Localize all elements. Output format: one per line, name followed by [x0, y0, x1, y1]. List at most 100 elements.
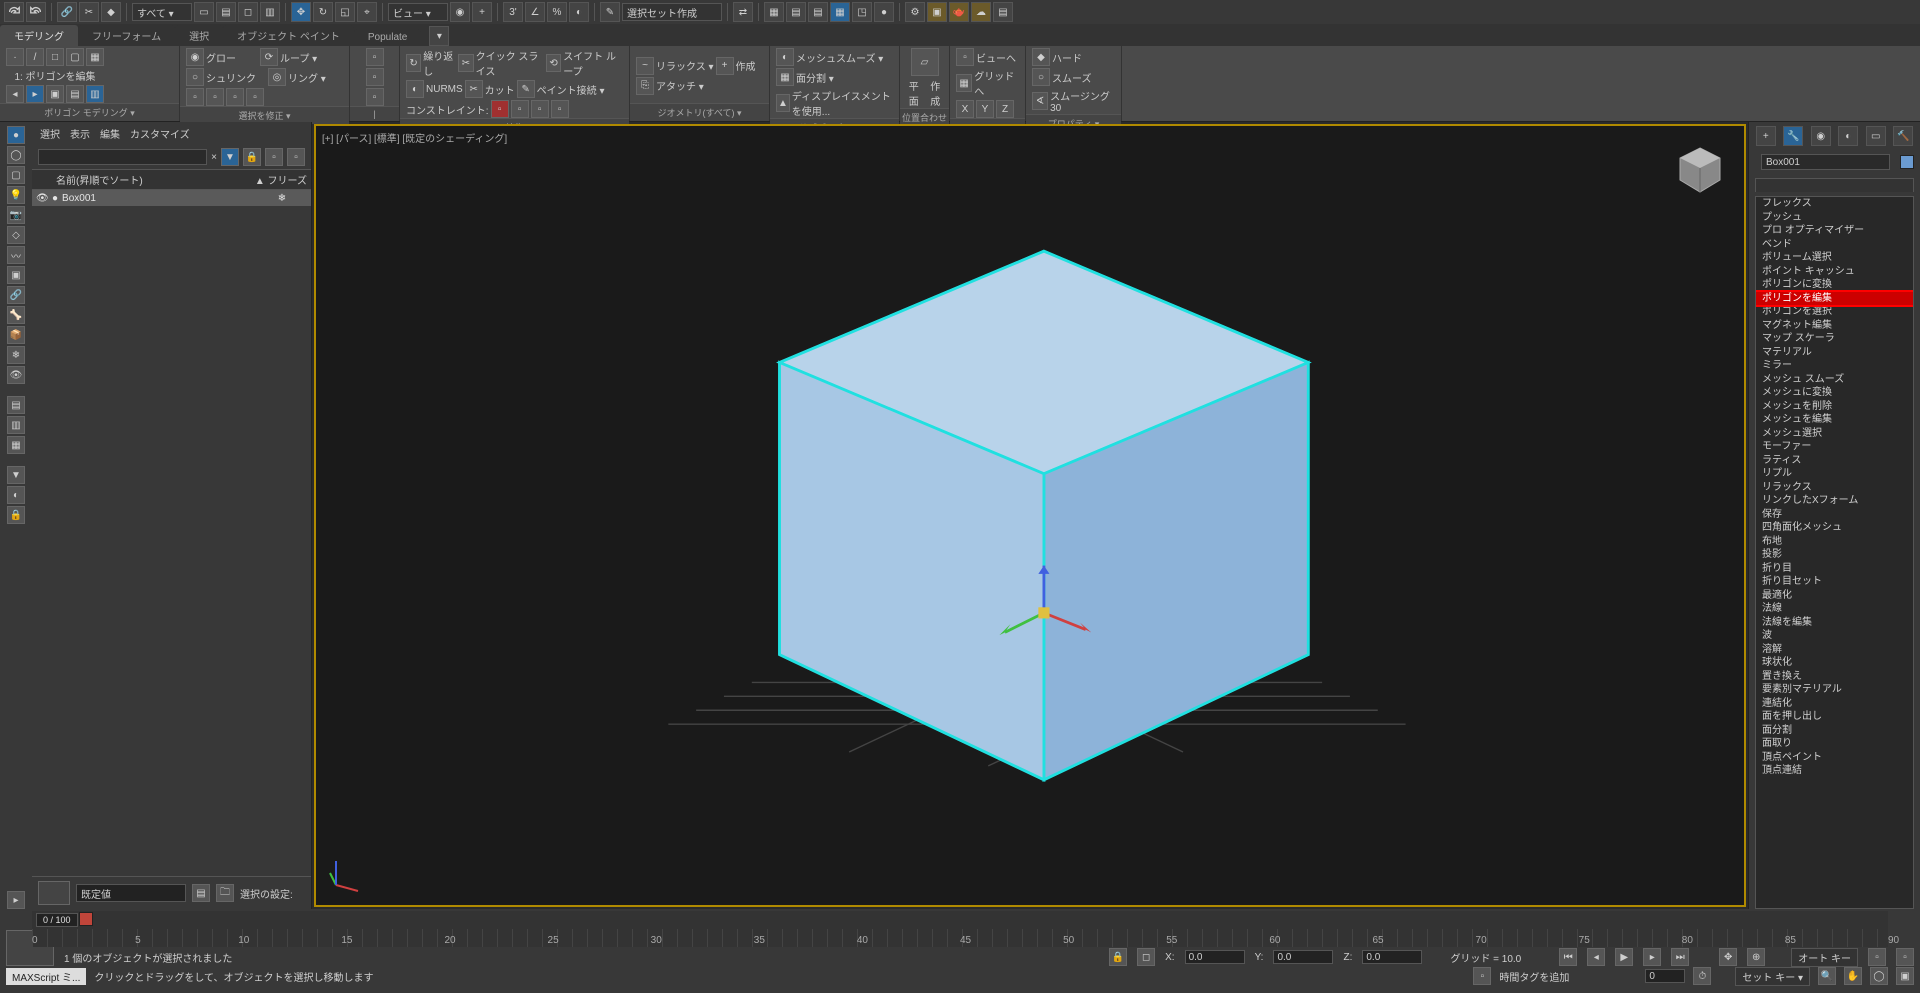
selection-filter-combo[interactable]: すべて ▾ [132, 3, 192, 21]
modifier-item[interactable]: 溶解 [1756, 643, 1913, 657]
hard-label[interactable]: ハード [1052, 50, 1082, 65]
grid-align-icon[interactable]: ▦ [956, 74, 972, 92]
keymode-1-icon[interactable]: ▫ [1868, 948, 1886, 966]
scene-list-row[interactable]: 👁 ● Box001 ❄ [32, 190, 311, 206]
render-online-icon[interactable]: ☁ [971, 2, 991, 22]
viewport[interactable]: [+] [パース] [標準] [既定のシェーディング] [314, 124, 1746, 907]
edit-b-icon[interactable]: ▫ [366, 68, 384, 86]
redo-button[interactable] [26, 2, 46, 22]
swiftloop-label[interactable]: スイフト ループ [563, 48, 623, 78]
relax-label[interactable]: リラックス ▾ [656, 58, 714, 73]
collapse-all-icon[interactable]: ▥ [7, 416, 25, 434]
modifier-item[interactable]: 面取り [1756, 737, 1913, 751]
keyframe-marker[interactable] [79, 912, 93, 926]
maxscript-label[interactable]: MAXScript ミ... [6, 968, 86, 985]
snap-toggle-icon[interactable]: 3' [503, 2, 523, 22]
filter-bone-icon[interactable]: 🦴 [7, 306, 25, 324]
modifier-item[interactable]: 置き換え [1756, 670, 1913, 684]
displace-label[interactable]: ディスプレイスメントを使用... [792, 88, 893, 118]
search-b-icon[interactable]: ▫ [287, 148, 305, 166]
search-clear-icon[interactable]: × [211, 152, 217, 163]
modifier-item[interactable]: ベンド [1756, 238, 1913, 252]
smooth-label[interactable]: スムーズ [1052, 70, 1092, 85]
modifier-item[interactable]: 四角面化メッシュ [1756, 521, 1913, 535]
lock-selection-icon[interactable]: 🔒 [1109, 948, 1127, 966]
smoothing30-label[interactable]: スムージング 30 [1050, 88, 1115, 114]
nurms-icon[interactable]: ◐ [406, 80, 424, 98]
shrink-label[interactable]: シュリンク [206, 70, 256, 85]
modifier-item[interactable]: 折り目 [1756, 562, 1913, 576]
filter-space-icon[interactable]: 〰 [7, 246, 25, 264]
border-subobj-icon[interactable]: □ [46, 48, 64, 66]
object-name-cell[interactable]: Box001 [58, 193, 257, 204]
filter-group-icon[interactable]: ▣ [7, 266, 25, 284]
poly-subobj-icon[interactable]: ▢ [66, 48, 84, 66]
schematic-view-icon[interactable]: ◳ [852, 2, 872, 22]
ring-icon[interactable]: ◎ [268, 68, 286, 86]
viewcube[interactable] [1672, 142, 1728, 198]
stack2-icon[interactable]: ▤ [66, 85, 84, 103]
ribbon-panel5-title[interactable]: ジオメトリ(すべて) ▾ [630, 103, 769, 121]
modifier-item[interactable]: ポリゴンを選択 [1756, 305, 1913, 319]
paintconnect-label[interactable]: ペイント接続 ▾ [537, 82, 605, 97]
toggle-children-icon[interactable]: ▦ [7, 436, 25, 454]
named-selection-combo[interactable]: 選択セット作成 [622, 3, 722, 21]
next-mod-icon[interactable]: ▸ [26, 85, 44, 103]
modifier-item[interactable]: メッシュ スムーズ [1756, 373, 1913, 387]
hierarchy-tab-icon[interactable]: ◉ [1811, 126, 1831, 146]
smooth-icon[interactable]: ○ [1032, 68, 1050, 86]
modifier-combo[interactable] [1755, 178, 1914, 192]
isolate-icon[interactable]: ◻ [1137, 948, 1155, 966]
ribbon-tab-freeform[interactable]: フリーフォーム [78, 25, 175, 46]
ribbon-panel1-title[interactable]: ポリゴン モデリング ▾ [0, 103, 179, 121]
timetag-label[interactable]: 時間タグを追加 [1499, 969, 1569, 984]
ribbon-tab-populate[interactable]: Populate [354, 29, 421, 46]
constraint-edge-icon[interactable]: ▫ [511, 100, 529, 118]
rotate-tool-icon[interactable]: ↻ [313, 2, 333, 22]
constraint-normal-icon[interactable]: ▫ [551, 100, 569, 118]
object-color-swatch[interactable] [1900, 155, 1914, 169]
align-y-icon[interactable]: Y [976, 100, 994, 118]
quickslice-icon[interactable]: ✂ [458, 54, 473, 72]
modifier-item[interactable]: 保存 [1756, 508, 1913, 522]
meshsmooth-icon[interactable]: ◐ [776, 48, 794, 66]
makeplanar-icon[interactable]: ▱ [911, 48, 939, 76]
curve-editor-icon[interactable]: ▦ [830, 2, 850, 22]
ring-label[interactable]: リング ▾ [288, 70, 326, 85]
select-manip-icon[interactable]: + [472, 2, 492, 22]
viewnav-1-icon[interactable]: ✥ [1719, 948, 1737, 966]
relax-icon[interactable]: ~ [636, 57, 654, 75]
edit-c-icon[interactable]: ▫ [366, 88, 384, 106]
time-config-icon[interactable]: ⏱ [1693, 967, 1711, 985]
align-x-icon[interactable]: X [956, 100, 974, 118]
layer-add-icon[interactable]: 🗀 [216, 884, 234, 902]
render-icon[interactable]: 🫖 [949, 2, 969, 22]
shrink-icon[interactable]: ○ [186, 68, 204, 86]
create-tab-icon[interactable]: + [1756, 126, 1776, 146]
modifier-item[interactable]: 法線を編集 [1756, 616, 1913, 630]
modifier-item[interactable]: ポリゴンに変換 [1756, 278, 1913, 292]
nurms-label[interactable]: NURMS [426, 84, 463, 95]
material-editor-icon[interactable]: ● [874, 2, 894, 22]
search-filter-icon[interactable]: ▼ [221, 148, 239, 166]
smoothing30-icon[interactable]: ∢ [1032, 92, 1048, 110]
invert-sel-icon[interactable]: ◐ [7, 486, 25, 504]
modifier-item[interactable]: プロ オプティマイザー [1756, 224, 1913, 238]
modifier-item[interactable]: 折り目セット [1756, 575, 1913, 589]
align-z-icon[interactable]: Z [996, 100, 1014, 118]
modifier-item[interactable]: マグネット編集 [1756, 319, 1913, 333]
modifier-item[interactable]: 法線 [1756, 602, 1913, 616]
ribbon-min-icon[interactable]: ▾ [429, 26, 449, 46]
modifier-item[interactable]: 最適化 [1756, 589, 1913, 603]
view-align-label[interactable]: ビューへ [976, 50, 1016, 65]
modifier-item[interactable]: 投影 [1756, 548, 1913, 562]
loop-icon[interactable]: ⟳ [260, 48, 278, 66]
freeze-cell[interactable]: ❄ [257, 193, 307, 204]
placement-tool-icon[interactable]: ⌖ [357, 2, 377, 22]
center-pivot-icon[interactable]: ◉ [450, 2, 470, 22]
modifier-item[interactable]: メッシュ選択 [1756, 427, 1913, 441]
grid-align-label[interactable]: グリッドへ [974, 68, 1019, 98]
filter-light-icon[interactable]: 💡 [7, 186, 25, 204]
view-align-icon[interactable]: ▫ [956, 48, 974, 66]
render-panel-icon[interactable]: ▤ [993, 2, 1013, 22]
